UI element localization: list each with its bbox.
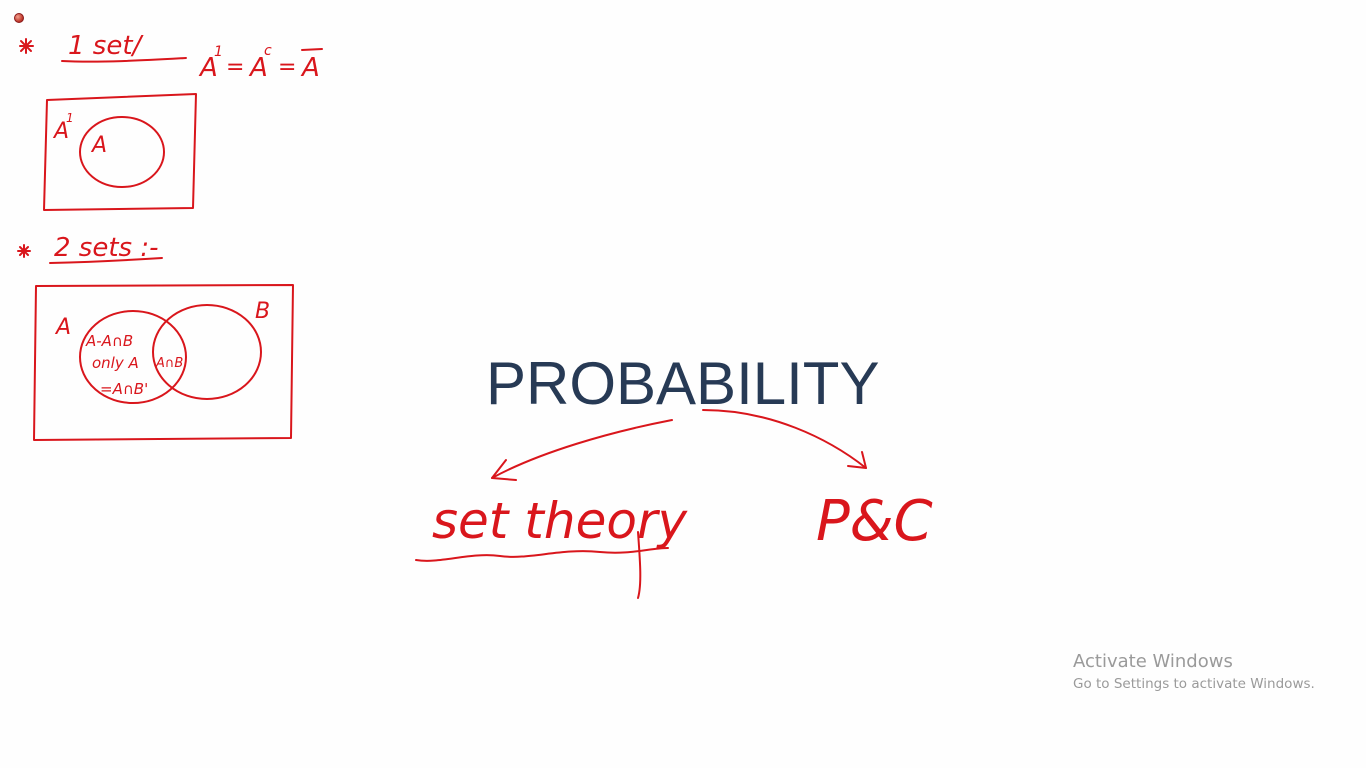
set-b-label: B — [255, 299, 270, 324]
bullet-star-2-icon — [17, 244, 31, 258]
two-set-venn-diagram: A B A-A∩B only A =A∩B' A∩B — [33, 284, 294, 441]
equals-sign-1: = — [226, 55, 244, 80]
right-branch-arrow — [702, 409, 867, 469]
slide-title: PROBABILITY — [486, 350, 880, 417]
activate-windows-subtitle: Go to Settings to activate Windows. — [1073, 676, 1315, 692]
complement-c-mark: c — [264, 43, 272, 59]
set-b-circle — [152, 304, 262, 400]
bullet-star-1-icon — [19, 38, 34, 54]
p-and-c-label: P&C — [816, 489, 933, 554]
only-a-label: only A — [92, 354, 139, 372]
set-a-label: A — [90, 133, 107, 158]
complement-notation: A 1 = A c = A — [198, 43, 323, 83]
complement-a-bar: A — [300, 53, 320, 83]
left-branch-arrow — [491, 419, 673, 481]
ink-strokes: 1 set/ A 1 = A c = A A 1 A 2 sets:- A B… — [17, 31, 933, 599]
activate-windows-watermark: Activate Windows Go to Settings to activ… — [1073, 651, 1315, 694]
a-minus-intersection-label: A-A∩B — [85, 332, 133, 350]
whiteboard-canvas[interactable]: 1 set/ A 1 = A c = A A 1 A 2 sets:- A B… — [0, 0, 1366, 768]
complement-region-mark: 1 — [66, 111, 74, 125]
complement-bar-line — [301, 48, 323, 51]
set-a-label-2: A — [54, 315, 71, 340]
set-theory-label: set theory — [432, 492, 689, 550]
activate-windows-title: Activate Windows — [1073, 651, 1233, 672]
complement-prime-mark: 1 — [214, 44, 223, 60]
equals-sign-2: = — [278, 55, 296, 80]
a-intersect-b-complement-label: =A∩B' — [100, 380, 148, 398]
one-set-heading: 1 set/ — [68, 31, 145, 61]
intersection-label: A∩B — [155, 356, 183, 371]
one-set-venn-diagram: A 1 A — [43, 93, 197, 211]
